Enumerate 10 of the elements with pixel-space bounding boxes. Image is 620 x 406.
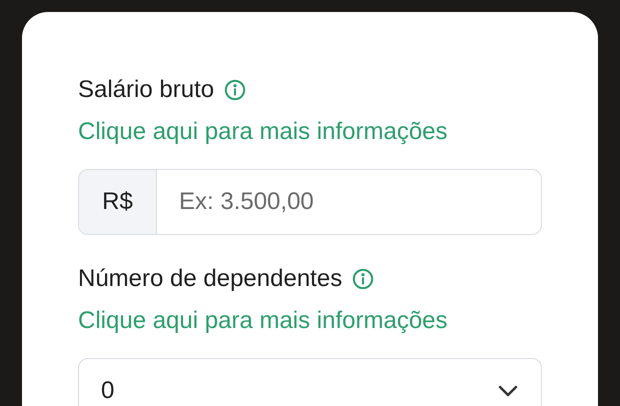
select-value: 0 <box>101 376 114 406</box>
salary-input-field[interactable]: R$ Ex: 3.500,00 <box>78 169 542 235</box>
dependents-select[interactable]: 0 <box>78 358 542 406</box>
field-label: Número de dependentes <box>78 264 342 294</box>
field-label: Salário bruto <box>78 75 214 105</box>
info-icon[interactable] <box>224 79 246 101</box>
chevron-down-icon <box>497 384 519 398</box>
salary-input[interactable]: Ex: 3.500,00 <box>157 170 541 234</box>
currency-prefix: R$ <box>79 170 157 234</box>
info-icon[interactable] <box>352 268 374 290</box>
